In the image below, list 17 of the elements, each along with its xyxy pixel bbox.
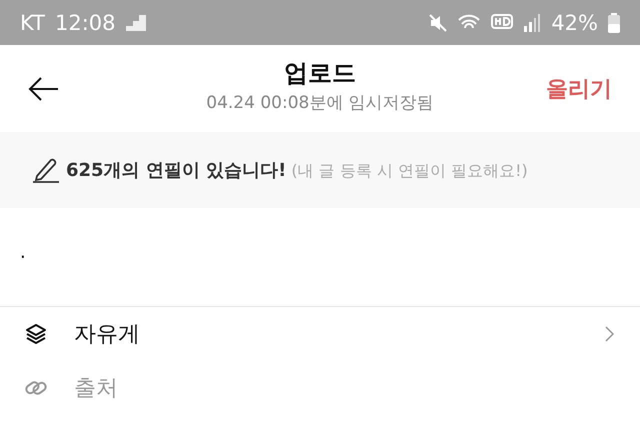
carrier-text: KT bbox=[20, 10, 45, 34]
notification-icon bbox=[126, 14, 148, 30]
layers-icon bbox=[24, 322, 48, 346]
back-button[interactable] bbox=[28, 76, 60, 100]
board-row[interactable]: 자유게 bbox=[0, 307, 640, 361]
editor-field[interactable]: · bbox=[0, 208, 640, 307]
autosave-text: 04.24 00:08분에 임시저장됨 bbox=[206, 92, 434, 114]
pencil-count-text: 625개의 연필이 있습니다! (내 글 등록 시 연필이 필요해요!) bbox=[66, 159, 528, 182]
battery-icon bbox=[608, 12, 620, 32]
upload-button[interactable]: 올리기 bbox=[546, 74, 612, 104]
page-title: 업로드 bbox=[284, 58, 356, 89]
pencil-icon bbox=[32, 157, 60, 183]
chevron-icon bbox=[604, 326, 614, 342]
battery-text: 42% bbox=[551, 10, 598, 34]
mute-icon bbox=[429, 14, 448, 32]
signal-icon bbox=[523, 14, 542, 32]
clock-text: 12:08 bbox=[54, 10, 116, 34]
